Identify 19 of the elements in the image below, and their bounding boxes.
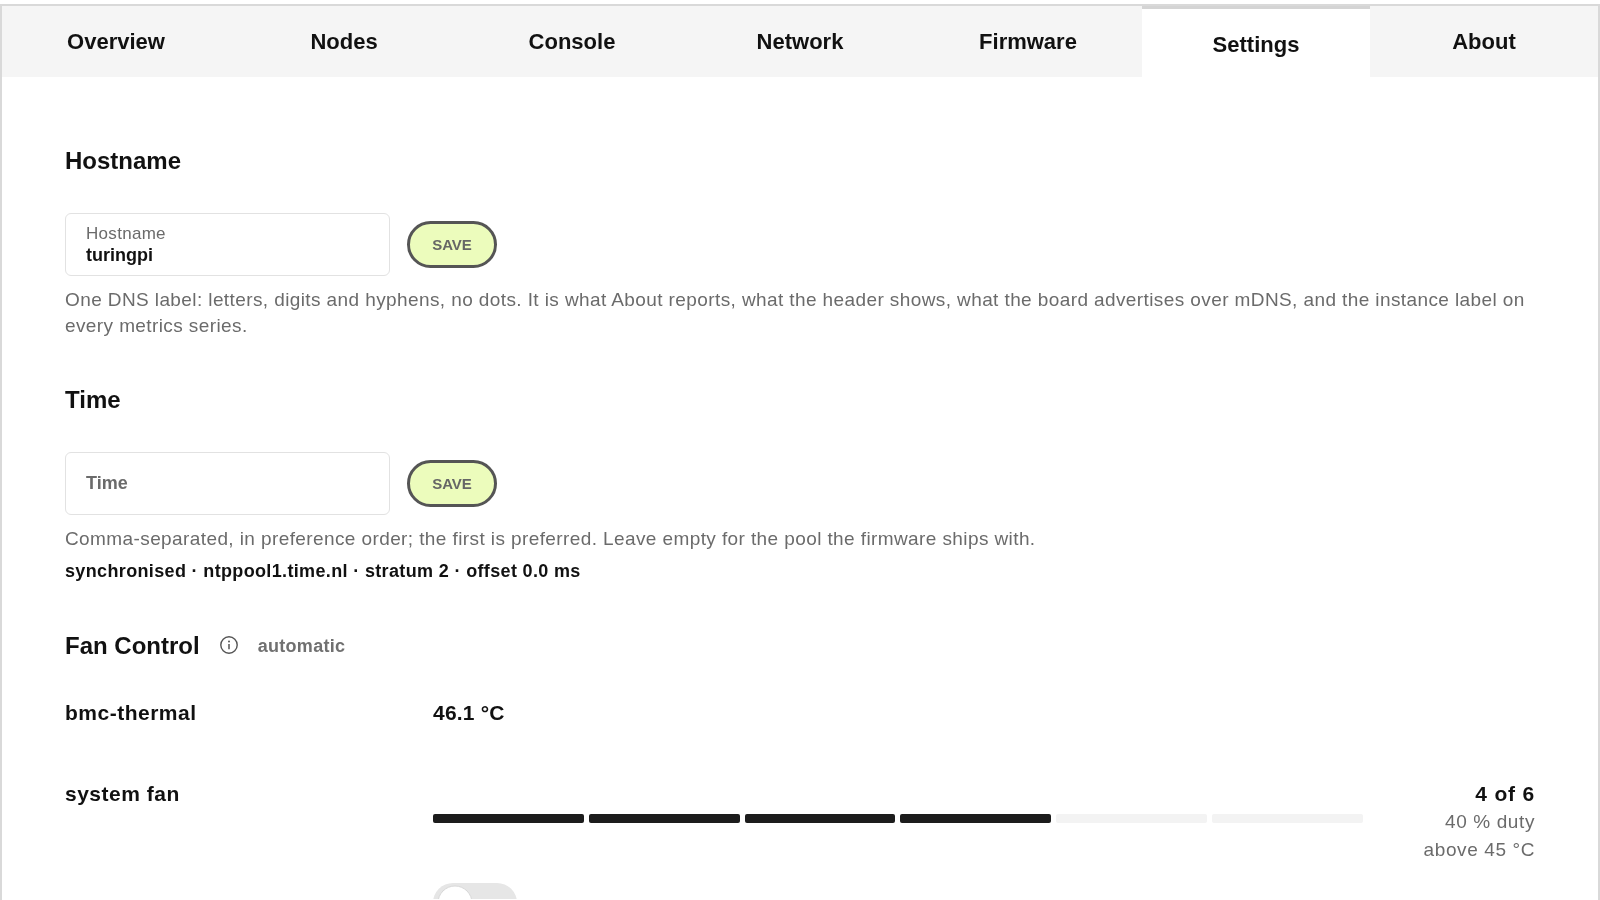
section-heading: Hostname — [65, 146, 183, 176]
text-field[interactable]: Hostname turingpi — [65, 213, 390, 276]
section-heading: Time — [65, 385, 122, 415]
fan-name: system fan — [65, 781, 180, 807]
nav-tab[interactable]: Settings — [1142, 6, 1370, 77]
help-text: Comma-separated, in preference order; the first is preferred. Leave empty for the pool the firmware ships with. — [65, 527, 1037, 551]
help-text: One DNS label: letters, digits and hyphens, no dots. It is what About reports, what the header shows, what the board advertises over mDNS, and the instance label on every metrics series. — [65, 288, 1526, 338]
temperature-reading: 46.1 °C — [433, 700, 505, 726]
save-button[interactable]: SAVE — [407, 460, 497, 507]
duty-reading: 40 % duty — [1445, 810, 1535, 834]
info-icon[interactable] — [219, 635, 238, 654]
sync-status: synchronised · ntppool1.time.nl · stratum 2 · offset 0.0 ms — [65, 560, 582, 583]
mode-label: automatic — [257, 635, 346, 658]
text-field[interactable]: Time — [65, 452, 390, 515]
section-heading: Fan Control — [65, 631, 200, 661]
sensor-name: bmc-thermal — [65, 700, 197, 726]
save-button[interactable]: SAVE — [407, 221, 497, 268]
threshold-text: above 45 °C — [1423, 838, 1535, 862]
fan-step-count: 4 of 6 — [1475, 781, 1535, 807]
